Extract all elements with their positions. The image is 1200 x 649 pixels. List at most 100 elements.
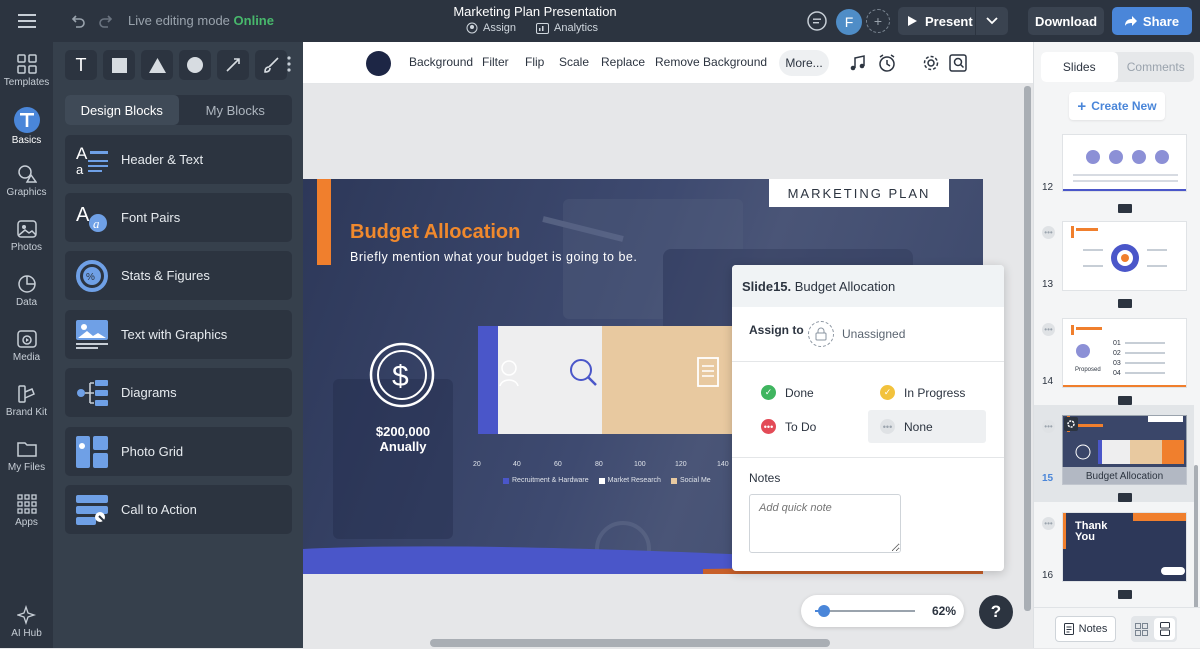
chat-icon[interactable]: [806, 10, 828, 32]
scale-button[interactable]: Scale: [559, 55, 589, 69]
transition-icon[interactable]: [1118, 590, 1132, 599]
circle-tool-button[interactable]: [179, 50, 211, 80]
add-collaborator-button[interactable]: +: [866, 9, 890, 33]
list-view-icon[interactable]: [1154, 618, 1175, 640]
status-label: To Do: [785, 419, 817, 434]
tab-slides[interactable]: Slides: [1041, 52, 1118, 82]
slide-title[interactable]: Budget Allocation: [350, 221, 520, 244]
text-tool-button[interactable]: T: [65, 50, 97, 80]
nav-apps[interactable]: Apps: [0, 488, 53, 538]
nav-ai-hub[interactable]: AI Hub: [0, 599, 53, 649]
block-text-with-graphics[interactable]: Text with Graphics: [65, 310, 292, 359]
share-button[interactable]: Share: [1112, 7, 1192, 35]
plus-icon: +: [1077, 97, 1087, 115]
color-swatch[interactable]: [366, 51, 391, 76]
transition-icon[interactable]: [1118, 396, 1132, 405]
menu-icon[interactable]: [18, 14, 36, 28]
tab-comments[interactable]: Comments: [1118, 52, 1195, 82]
block-diagrams[interactable]: Diagrams: [65, 368, 292, 417]
status-dots-icon[interactable]: •••: [1042, 323, 1055, 336]
slide-thumbnail[interactable]: Proposed 01 02 03 04: [1062, 318, 1187, 388]
block-call-to-action[interactable]: Call to Action: [65, 485, 292, 534]
nav-brand-kit[interactable]: Brand Kit: [0, 378, 53, 428]
slide-thumbnail[interactable]: [1062, 134, 1187, 192]
flip-button[interactable]: Flip: [525, 55, 544, 69]
transition-icon[interactable]: [1118, 493, 1132, 502]
nav-media[interactable]: Media: [0, 323, 53, 373]
zoom-slider-track[interactable]: [815, 610, 915, 612]
replace-button[interactable]: Replace: [601, 55, 645, 69]
assign-link[interactable]: Assign: [466, 22, 516, 34]
settings-icon[interactable]: [922, 54, 940, 72]
quick-note-input[interactable]: [749, 494, 901, 553]
timer-icon[interactable]: [878, 54, 896, 72]
status-done[interactable]: ✓ Done: [761, 385, 814, 400]
draw-tool-button[interactable]: [255, 50, 287, 80]
download-button[interactable]: Download: [1028, 7, 1104, 35]
slide-thumbnail[interactable]: Thank You: [1062, 512, 1187, 582]
font-pairs-icon: Aa: [76, 202, 108, 234]
line-tool-button[interactable]: [217, 50, 249, 80]
more-button[interactable]: More...: [779, 50, 829, 76]
nav-my-files[interactable]: My Files: [0, 433, 53, 483]
music-note-icon[interactable]: [849, 54, 867, 72]
budget-amount[interactable]: $200,000 Anually: [355, 424, 451, 454]
present-options-button[interactable]: [976, 17, 1008, 25]
canvas-horizontal-scrollbar[interactable]: [430, 639, 830, 647]
create-new-slide-button[interactable]: + Create New: [1069, 92, 1165, 120]
block-font-pairs[interactable]: Aa Font Pairs: [65, 193, 292, 242]
chart-x-axis: 20 40 60 80 100 120 140: [473, 461, 753, 475]
zoom-slider-handle[interactable]: [818, 605, 830, 617]
redo-icon[interactable]: [98, 13, 114, 29]
status-dots-icon[interactable]: •••: [1042, 226, 1055, 239]
transition-icon[interactable]: [1118, 299, 1132, 308]
filter-button[interactable]: Filter: [482, 55, 509, 69]
slide-thumbnail[interactable]: [1062, 221, 1187, 291]
slide-tag[interactable]: MARKETING PLAN: [769, 179, 949, 207]
slides-scrollbar[interactable]: [1194, 465, 1198, 615]
dollar-icon[interactable]: $: [369, 342, 435, 408]
nav-label: AI Hub: [11, 628, 42, 639]
nav-basics[interactable]: Basics: [0, 103, 53, 153]
triangle-tool-button[interactable]: [141, 50, 173, 80]
block-header-text[interactable]: Aa Header & Text: [65, 135, 292, 184]
notes-button[interactable]: Notes: [1055, 616, 1116, 642]
status-none[interactable]: ••• None: [880, 419, 933, 434]
nav-label: Basics: [11, 135, 42, 146]
status-dots-icon[interactable]: •••: [1042, 517, 1055, 530]
budget-bar-chart[interactable]: [478, 326, 738, 436]
thumb-title: Thank You: [1075, 520, 1108, 543]
check-icon: ✓: [880, 385, 895, 400]
tab-design-blocks[interactable]: Design Blocks: [65, 95, 179, 125]
image-search-icon[interactable]: [949, 54, 967, 72]
line-arrow-icon: [225, 57, 241, 73]
status-dots-icon[interactable]: •••: [1042, 420, 1055, 433]
nav-photos[interactable]: Photos: [0, 213, 53, 263]
nav-templates[interactable]: Templates: [0, 48, 53, 98]
remove-background-button[interactable]: Remove Background: [655, 55, 767, 69]
nav-label: Brand Kit: [5, 407, 48, 418]
rectangle-tool-button[interactable]: [103, 50, 135, 80]
background-button[interactable]: Background: [409, 55, 473, 69]
nav-data[interactable]: Data: [0, 268, 53, 318]
status-to-do[interactable]: ••• To Do: [761, 419, 816, 434]
user-avatar[interactable]: F: [836, 9, 862, 35]
status-in-progress[interactable]: ✓ In Progress: [880, 385, 965, 400]
more-vertical-icon[interactable]: [287, 56, 291, 72]
transition-icon[interactable]: [1118, 204, 1132, 213]
analytics-link[interactable]: Analytics: [536, 22, 598, 34]
assignee-picker[interactable]: Unassigned: [808, 321, 905, 347]
canvas-vertical-scrollbar[interactable]: [1024, 86, 1031, 611]
undo-icon[interactable]: [70, 13, 86, 29]
block-photo-grid[interactable]: Photo Grid: [65, 427, 292, 476]
document-title[interactable]: Marketing Plan Presentation: [440, 4, 630, 19]
top-bar: Live editing mode Online Marketing Plan …: [0, 0, 1200, 42]
gear-icon[interactable]: [1064, 417, 1078, 431]
slide-subtitle[interactable]: Briefly mention what your budget is goin…: [350, 250, 637, 264]
help-button[interactable]: ?: [979, 595, 1013, 629]
nav-graphics[interactable]: Graphics: [0, 158, 53, 208]
block-stats-figures[interactable]: % Stats & Figures: [65, 251, 292, 300]
present-button[interactable]: Present: [898, 7, 976, 35]
grid-view-icon[interactable]: [1131, 616, 1152, 642]
tab-my-blocks[interactable]: My Blocks: [179, 95, 293, 125]
